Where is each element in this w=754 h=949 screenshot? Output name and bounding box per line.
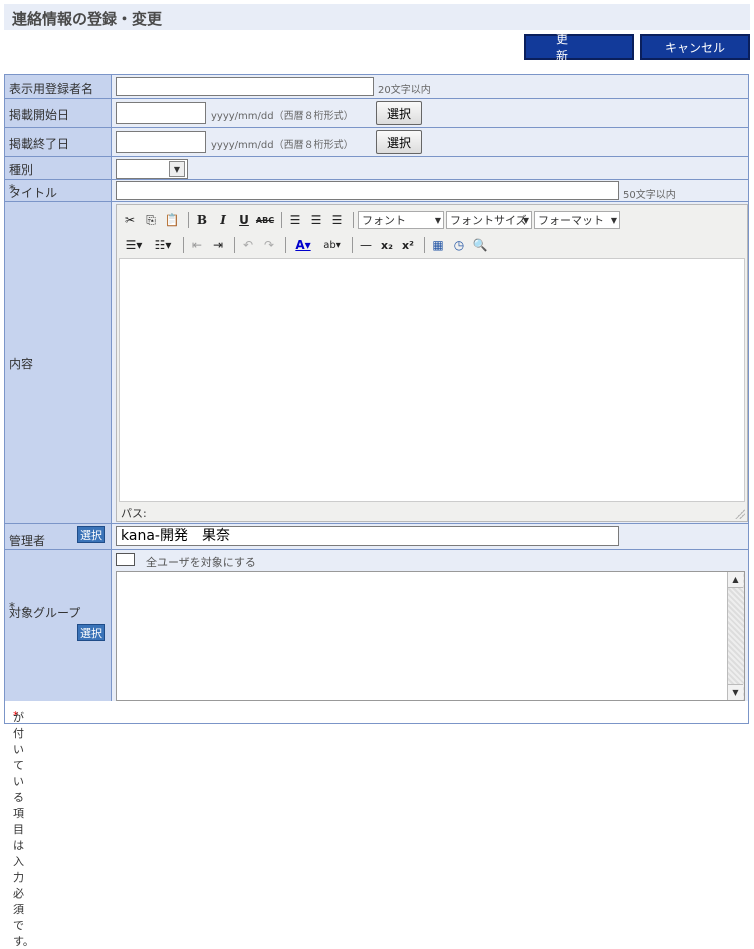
cut-icon[interactable]: ✂: [121, 211, 139, 229]
text-color-icon[interactable]: A▾: [290, 236, 316, 254]
editor-toolbar-2: ☰▾ ☷▾ ⇤ ⇥ ↶ ↷ A▾ ab▾ — x₂ x² ▦ ◷ 🔍: [121, 233, 492, 257]
font-dropdown[interactable]: フォント ▼: [358, 211, 444, 229]
start-date-hint: yyyy/mm/dd（西暦８桁形式）: [211, 111, 354, 122]
format-dropdown[interactable]: フォーマット ▼: [534, 211, 620, 229]
align-right-icon[interactable]: ☰: [328, 211, 346, 229]
insert-date-icon[interactable]: ▦: [429, 236, 447, 254]
undo-icon[interactable]: ↶: [239, 236, 257, 254]
chevron-down-icon: ▼: [434, 216, 441, 225]
numbered-list-icon[interactable]: ☷▾: [150, 236, 176, 254]
display-name-input[interactable]: [116, 77, 374, 96]
superscript-icon[interactable]: x²: [399, 236, 417, 254]
scrollbar[interactable]: ▲ ▼: [727, 572, 744, 700]
highlight-icon[interactable]: ab▾: [319, 236, 345, 254]
align-center-icon[interactable]: ☰: [307, 211, 325, 229]
manager-select-button[interactable]: 選択: [77, 526, 105, 543]
display-name-hint: 20文字以内: [378, 85, 431, 96]
all-users-label: 全ユーザを対象にする: [146, 556, 256, 569]
row-start-date: 掲載開始日 yyyy/mm/dd（西暦８桁形式） 選択: [5, 99, 748, 128]
horizontal-rule-icon[interactable]: —: [357, 236, 375, 254]
end-date-label: 掲載終了日: [9, 137, 70, 151]
row-target-group: 対象グループ * 選択 全ユーザを対象にする ▲ ▼: [5, 550, 748, 703]
scroll-up-icon[interactable]: ▲: [728, 572, 743, 588]
chevron-down-icon[interactable]: ▼: [169, 161, 185, 177]
cancel-button[interactable]: キャンセル: [640, 34, 750, 60]
display-name-label: 表示用登録者名: [9, 82, 94, 96]
editor-content-area[interactable]: [119, 258, 745, 502]
font-size-dropdown[interactable]: フォントサイズ ▼: [446, 211, 532, 229]
align-left-icon[interactable]: ☰: [286, 211, 304, 229]
page-header: 連絡情報の登録・変更: [4, 4, 750, 30]
type-select[interactable]: ▼: [116, 159, 188, 179]
title-hint: 50文字以内: [623, 190, 676, 201]
preview-icon[interactable]: 🔍: [471, 236, 489, 254]
start-date-label: 掲載開始日: [9, 108, 70, 122]
editor-path: パス:: [121, 507, 147, 520]
row-title: タイトル * 50文字以内: [5, 180, 748, 202]
start-date-input[interactable]: [116, 102, 206, 124]
end-date-hint: yyyy/mm/dd（西暦８桁形式）: [211, 140, 354, 151]
end-date-select-button[interactable]: 選択: [376, 130, 422, 154]
page-title: 連絡情報の登録・変更: [12, 10, 163, 28]
manager-field: kana-開発 果奈: [116, 526, 619, 546]
content-label: 内容: [9, 357, 34, 371]
title-label: タイトル: [9, 186, 58, 200]
strikethrough-icon[interactable]: ABC: [256, 211, 274, 229]
bold-icon[interactable]: B: [193, 211, 211, 229]
insert-time-icon[interactable]: ◷: [450, 236, 468, 254]
rich-text-editor: ✂ ⎘ 📋 B I U ABC ☰ ☰ ☰ フォント ▼ フォントサイズ ▼ フォー…: [116, 204, 748, 522]
chevron-down-icon: ▼: [610, 216, 617, 225]
redo-icon[interactable]: ↷: [260, 236, 278, 254]
all-users-checkbox[interactable]: [116, 553, 135, 566]
copy-icon[interactable]: ⎘: [142, 211, 160, 229]
italic-icon[interactable]: I: [214, 211, 232, 229]
row-manager: 管理者 選択 kana-開発 果奈: [5, 524, 748, 550]
required-mark: *: [9, 182, 15, 196]
required-mark: *: [9, 600, 15, 614]
row-type: 種別 ▼: [5, 157, 748, 180]
manager-label: 管理者: [9, 534, 46, 548]
contact-form: 表示用登録者名 20文字以内 掲載開始日 yyyy/mm/dd（西暦８桁形式） …: [4, 74, 749, 948]
title-input[interactable]: [116, 181, 619, 200]
target-group-list[interactable]: ▲ ▼: [116, 571, 745, 701]
required-note-text: が付いている項目は入力必須です。: [13, 711, 34, 948]
bullet-list-icon[interactable]: ☰▾: [121, 236, 147, 254]
target-group-select-button[interactable]: 選択: [77, 624, 105, 641]
underline-icon[interactable]: U: [235, 211, 253, 229]
editor-toolbar-1: ✂ ⎘ 📋 B I U ABC ☰ ☰ ☰ フォント ▼ フォントサイズ ▼ フォー…: [121, 208, 622, 232]
required-note: * が付いている項目は入力必須です。: [5, 701, 748, 948]
row-end-date: 掲載終了日 yyyy/mm/dd（西暦８桁形式） 選択: [5, 128, 748, 157]
indent-icon[interactable]: ⇥: [209, 236, 227, 254]
scroll-down-icon[interactable]: ▼: [728, 684, 743, 700]
outdent-icon[interactable]: ⇤: [188, 236, 206, 254]
end-date-input[interactable]: [116, 131, 206, 153]
update-button[interactable]: 更 新: [524, 32, 634, 63]
subscript-icon[interactable]: x₂: [378, 236, 396, 254]
resize-handle-icon[interactable]: [735, 509, 745, 519]
start-date-select-button[interactable]: 選択: [376, 101, 422, 125]
row-display-name: 表示用登録者名 20文字以内: [5, 75, 748, 99]
type-label: 種別: [9, 163, 34, 177]
chevron-down-icon: ▼: [522, 216, 529, 225]
target-group-label: 対象グループ: [9, 606, 81, 620]
paste-icon[interactable]: 📋: [163, 211, 181, 229]
row-content: 内容 ✂ ⎘ 📋 B I U ABC ☰ ☰ ☰ フォント ▼ フォントサイズ …: [5, 202, 748, 524]
